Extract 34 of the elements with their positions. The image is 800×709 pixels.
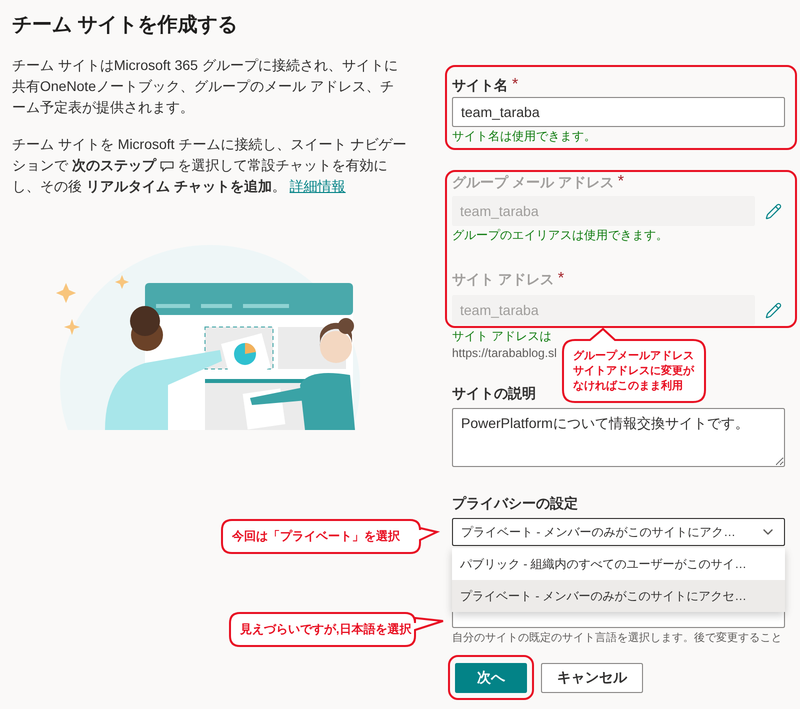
intro-paragraph: チーム サイトを Microsoft チームに接続し、スイート ナビゲーションで 次のステップ を選択して常設チャットを有効にし、その後 リアルタイム チャットを追加。 詳細情報 xyxy=(12,135,407,196)
annotation-text: 今回は「プライベート」を選択 xyxy=(232,529,400,544)
field-label: サイトの説明 xyxy=(452,384,536,403)
page-title: チーム サイトを作成する xyxy=(12,13,239,38)
intro-paragraph: チーム サイトはMicrosoft 365 グループに接続され、サイトに共有OneNoteノートブック、グループのメール アドレス、チーム予定表が提供されます。 xyxy=(12,56,399,117)
annotation-text: グループメールアドレス xyxy=(573,349,694,364)
dropdown-option[interactable]: パブリック - 組織内のすべてのユーザーがこのサイ… xyxy=(452,548,785,580)
description-field[interactable]: PowerPlatformについて情報交換サイトです。 xyxy=(452,408,785,467)
address-field: team_taraba xyxy=(452,196,755,226)
field-label: グループ メール アドレス xyxy=(452,173,614,192)
required-mark: * xyxy=(558,270,564,288)
learn-more-link[interactable]: 詳細情報 xyxy=(290,178,346,194)
annotation-text: 見えづらいですが,日本語を選択 xyxy=(240,622,412,637)
language-hint: 自分のサイトの既定のサイト言語を選択します。後で変更すること xyxy=(452,630,782,646)
required-mark: * xyxy=(512,76,518,94)
edit-icon[interactable] xyxy=(765,302,782,318)
validation-message: グループのエイリアスは使用できます。 xyxy=(452,227,669,244)
edit-icon[interactable] xyxy=(765,202,782,220)
address-field: team_taraba xyxy=(452,295,755,325)
annotation-text: サイトアドレスに変更が xyxy=(573,364,694,379)
required-mark: * xyxy=(618,173,624,191)
next-button[interactable]: 次へ xyxy=(455,663,527,693)
field-label: サイト アドレス xyxy=(452,270,554,289)
field-label: プライバシーの設定 xyxy=(452,494,578,513)
annotation-text: なければこのまま利用 xyxy=(573,379,683,394)
site-url: https://tarabablog.sl xyxy=(452,345,557,362)
field-label: サイト名 xyxy=(452,76,508,95)
dropdown-option[interactable]: プライベート - メンバーのみがこのサイトにアクセ… xyxy=(452,580,785,612)
validation-message: サイト アドレスは xyxy=(452,328,552,344)
cancel-button[interactable]: キャンセル xyxy=(541,663,643,693)
validation-message: サイト名は使用できます。 xyxy=(452,128,597,145)
chat-icon xyxy=(160,160,174,172)
site-name-input[interactable]: team_taraba xyxy=(452,97,785,127)
privacy-dropdown[interactable]: プライベート - メンバーのみがこのサイトにアク… xyxy=(452,518,785,546)
